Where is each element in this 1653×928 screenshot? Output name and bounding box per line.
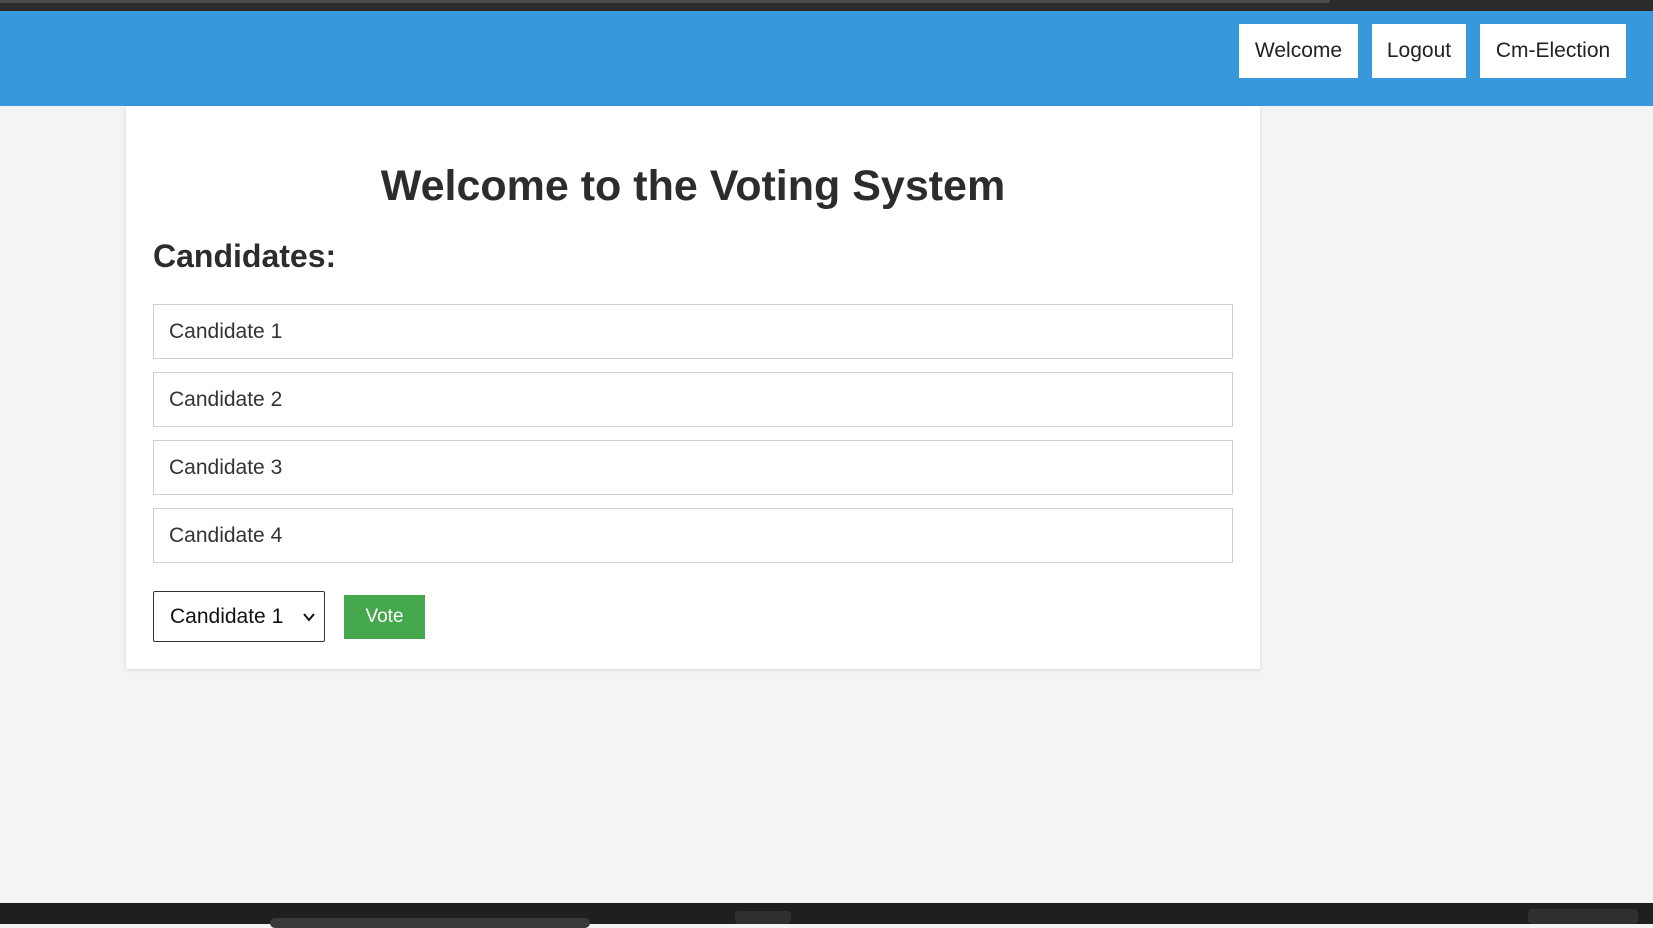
nav-cm-election-button[interactable]: Cm-Election bbox=[1480, 24, 1626, 78]
nav-welcome-button[interactable]: Welcome bbox=[1239, 24, 1358, 78]
page-title: Welcome to the Voting System bbox=[380, 162, 1006, 210]
candidate-list-item: Candidate 1 bbox=[153, 304, 1233, 359]
browser-top-strip bbox=[0, 0, 1653, 11]
candidate-list-item: Candidate 3 bbox=[153, 440, 1233, 495]
taskbar-tray[interactable] bbox=[1528, 909, 1638, 924]
top-navbar: Welcome Logout Cm-Election bbox=[0, 11, 1653, 106]
nav-logout-button[interactable]: Logout bbox=[1372, 24, 1466, 78]
taskbar-app-icon[interactable] bbox=[735, 911, 791, 924]
candidate-list-item: Candidate 2 bbox=[153, 372, 1233, 427]
candidate-list: Candidate 1 Candidate 2 Candidate 3 Cand… bbox=[153, 304, 1233, 576]
voting-card: Welcome to the Voting System Candidates:… bbox=[126, 106, 1260, 669]
candidate-select-value: Candidate 1 bbox=[170, 604, 284, 628]
vote-button[interactable]: Vote bbox=[344, 595, 425, 639]
browser-top-highlight bbox=[0, 0, 1330, 3]
candidates-heading: Candidates: bbox=[153, 238, 337, 274]
candidate-select[interactable]: Candidate 1 bbox=[153, 591, 325, 642]
chevron-down-icon bbox=[303, 613, 315, 622]
taskbar-search-box[interactable] bbox=[270, 918, 590, 928]
candidate-list-item: Candidate 4 bbox=[153, 508, 1233, 563]
os-taskbar bbox=[0, 903, 1653, 928]
